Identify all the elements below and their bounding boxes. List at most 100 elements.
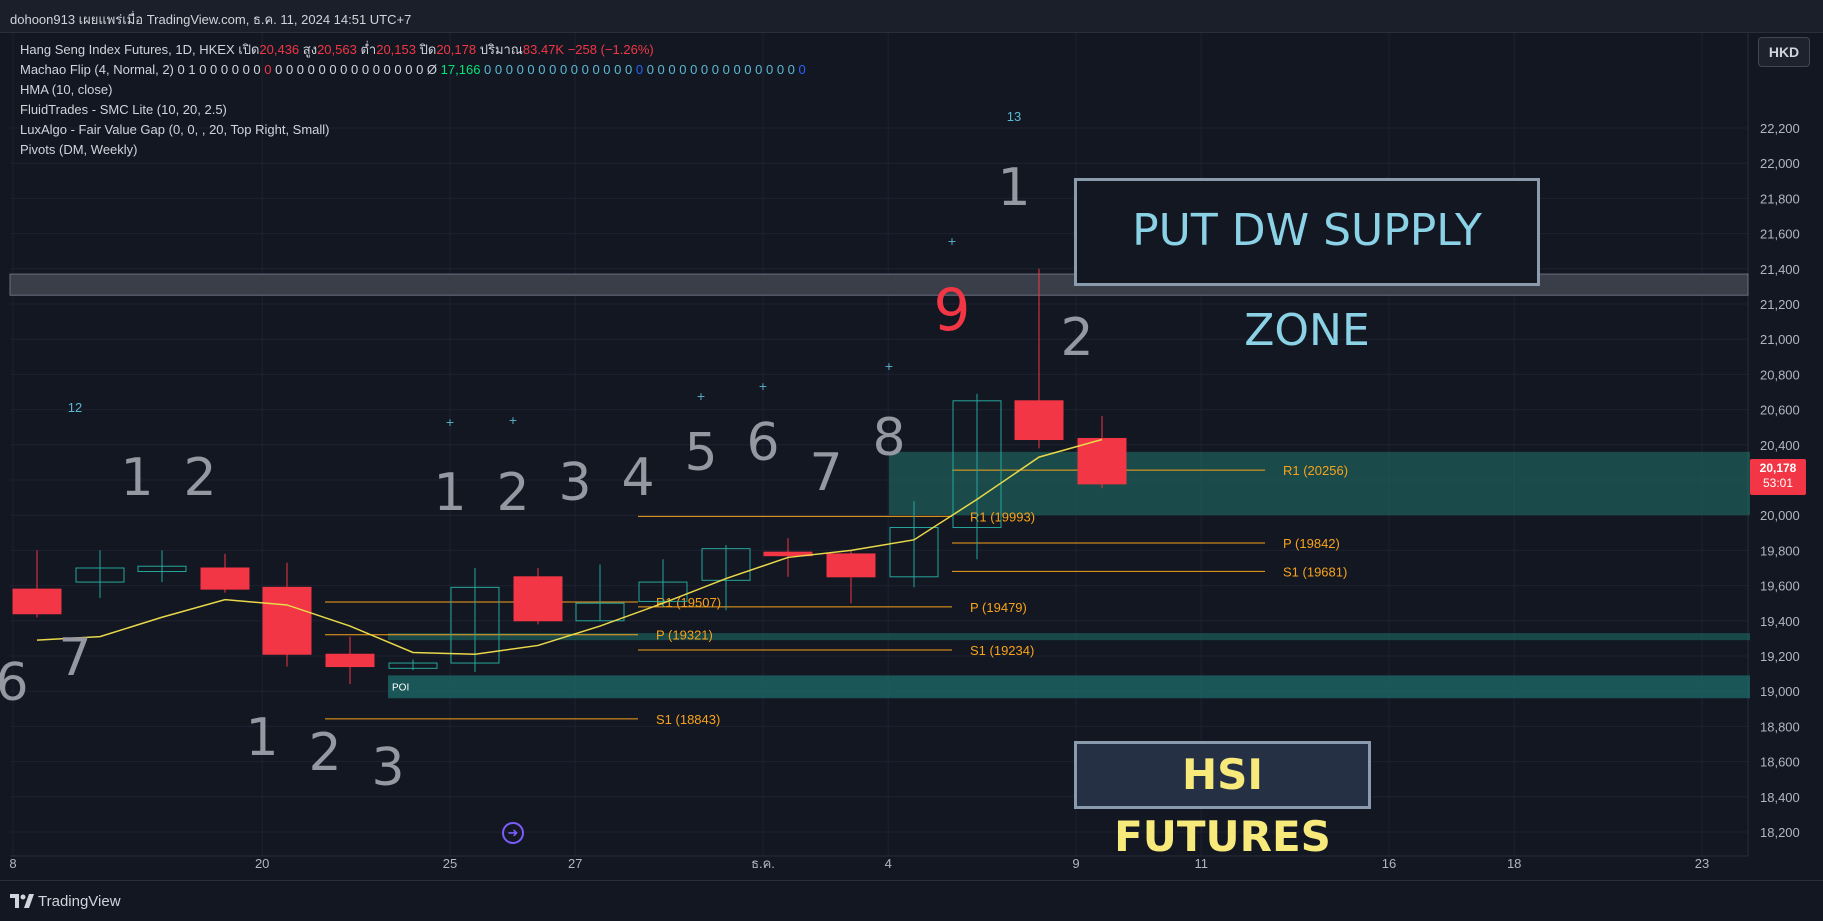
y-tick-label: 18,600 [1760, 755, 1800, 770]
volume-value: 83.47K [522, 42, 565, 57]
legend-hma-row[interactable]: HMA (10, close) [20, 80, 806, 100]
x-tick-label: ธ.ค. [751, 856, 775, 871]
count-number-above: 1 [433, 463, 466, 523]
y-tick-label: 19,400 [1760, 614, 1800, 629]
signal-marker: + [758, 380, 767, 393]
x-tick-label: 9 [1072, 856, 1079, 871]
low-value: 20,153 [376, 42, 416, 57]
volume-label: ปริมาณ [479, 42, 523, 57]
y-tick-label: 22,000 [1760, 156, 1800, 171]
demand-zone [889, 451, 1750, 516]
currency-button[interactable]: HKD [1758, 37, 1810, 67]
machao-values-c: 0 0 0 0 0 0 0 0 0 0 0 0 0 0 [484, 62, 633, 77]
close-label: ปิด [419, 42, 437, 57]
y-tick-label: 20,400 [1760, 438, 1800, 453]
pivot-label: R1 (19993) [970, 509, 1035, 524]
y-tick-label: 19,600 [1760, 579, 1800, 594]
legend-luxalgo-row[interactable]: LuxAlgo - Fair Value Gap (0, 0, , 20, To… [20, 120, 806, 140]
pivot-label: S1 (19681) [1283, 564, 1347, 579]
open-value: 20,436 [259, 42, 300, 57]
pivot-label: S1 (18843) [656, 712, 720, 727]
poi-label: POI [392, 682, 409, 693]
low-label: ต่ำ [360, 42, 377, 57]
signal-marker: + [947, 235, 956, 248]
legend-machao-row[interactable]: Machao Flip (4, Normal, 2) 0 1 0 0 0 0 0… [20, 60, 806, 80]
symbol-title[interactable]: Hang Seng Index Futures, 1D, HKEX [20, 42, 235, 57]
high-value: 20,563 [317, 42, 357, 57]
y-tick-label: 22,200 [1760, 121, 1800, 136]
y-tick-label: 19,200 [1760, 649, 1800, 664]
machao-value-blue-1: 0 [635, 62, 644, 77]
pivot-label: P (19479) [970, 600, 1027, 615]
signal-marker: + [884, 360, 893, 373]
brand-label[interactable]: TradingView [38, 893, 121, 910]
supply-zone-annotation[interactable]: PUT DW SUPPLY ZONE [1074, 178, 1540, 356]
open-label: เปิด [238, 42, 260, 57]
y-tick-label: 18,800 [1760, 719, 1800, 734]
last-price: 20,178 [1759, 461, 1797, 475]
candle-body [826, 553, 876, 578]
candle-body [200, 567, 250, 590]
y-tick-label: 21,200 [1760, 297, 1800, 312]
y-tick-label: 21,600 [1760, 227, 1800, 242]
count-number-above: 2 [183, 448, 216, 508]
legend-fluid-row[interactable]: FluidTrades - SMC Lite (10, 20, 2.5) [20, 100, 806, 120]
publish-info: dohoon913 เผยแพร่เมื่อ TradingView.com, … [10, 12, 412, 27]
count-number-above: 1 [997, 158, 1030, 218]
pivot-label: S1 (19234) [970, 643, 1034, 658]
machao-value-green: 17,166 [440, 62, 481, 77]
signal-marker: + [508, 414, 517, 427]
hsi-futures-annotation[interactable]: HSI FUTURES [1074, 741, 1371, 861]
poi-zone [388, 675, 1750, 699]
y-tick-label: 21,800 [1760, 191, 1800, 206]
pivot-label: P (19321) [656, 628, 713, 643]
signal-marker: + [696, 390, 705, 403]
fair-value-gap-zone [388, 633, 1750, 641]
candle-body [513, 576, 563, 622]
machao-value-blue-2: 0 [798, 62, 806, 77]
x-tick-label: 8 [9, 856, 16, 871]
tradingview-logo-icon[interactable] [10, 894, 34, 908]
count-number-above: 1 [120, 448, 153, 508]
x-tick-label: 20 [255, 856, 269, 871]
y-tick-label: 20,600 [1760, 403, 1800, 418]
machao-values-b: 0 0 0 0 0 0 0 0 0 0 0 0 0 0 Ø [275, 62, 438, 77]
candle-body [262, 586, 312, 655]
last-price-tag: 20,178 53:01 [1750, 459, 1806, 495]
replay-arrow-icon[interactable]: ➜ [502, 822, 524, 844]
x-tick-label: 27 [568, 856, 582, 871]
legend-ohlc-row[interactable]: Hang Seng Index Futures, 1D, HKEX เปิด20… [20, 40, 806, 60]
bar-countdown: 53:01 [1762, 476, 1794, 490]
x-tick-label: 25 [443, 856, 457, 871]
count-number-above: 2 [1060, 308, 1093, 368]
count-number-above: 7 [809, 443, 842, 503]
count-number-above: 9 [934, 276, 971, 344]
count-number-above: 8 [872, 408, 905, 468]
legend-pivots-row[interactable]: Pivots (DM, Weekly) [20, 140, 806, 160]
count-number-below: 1 [245, 708, 278, 768]
count-number-below: 7 [58, 628, 91, 688]
count-number-above: 4 [621, 448, 654, 508]
change-value: −258 (−1.26%) [567, 42, 654, 57]
small-count: 13 [1007, 109, 1021, 124]
small-count: 12 [68, 400, 82, 415]
legend: Hang Seng Index Futures, 1D, HKEX เปิด20… [20, 40, 806, 160]
count-number-below: 2 [308, 723, 341, 783]
count-number-above: 5 [684, 423, 717, 483]
machao-values-d: 0 0 0 0 0 0 0 0 0 0 0 0 0 0 [646, 62, 795, 77]
signal-marker: + [445, 416, 454, 429]
count-number-above: 6 [746, 413, 779, 473]
y-tick-label: 18,200 [1760, 825, 1800, 840]
x-tick-label: 23 [1695, 856, 1709, 871]
y-tick-label: 19,000 [1760, 684, 1800, 699]
y-tick-label: 21,000 [1760, 332, 1800, 347]
candle-body [12, 588, 62, 615]
footer: TradingView [0, 880, 1823, 921]
y-tick-label: 21,400 [1760, 262, 1800, 277]
pivot-label: R1 (20256) [1283, 463, 1348, 478]
x-tick-label: 18 [1507, 856, 1521, 871]
machao-value-red: 0 [264, 62, 272, 77]
candle-body [1077, 437, 1127, 485]
machao-title[interactable]: Machao Flip (4, Normal, 2) [20, 62, 174, 77]
count-number-below: 6 [0, 653, 29, 713]
